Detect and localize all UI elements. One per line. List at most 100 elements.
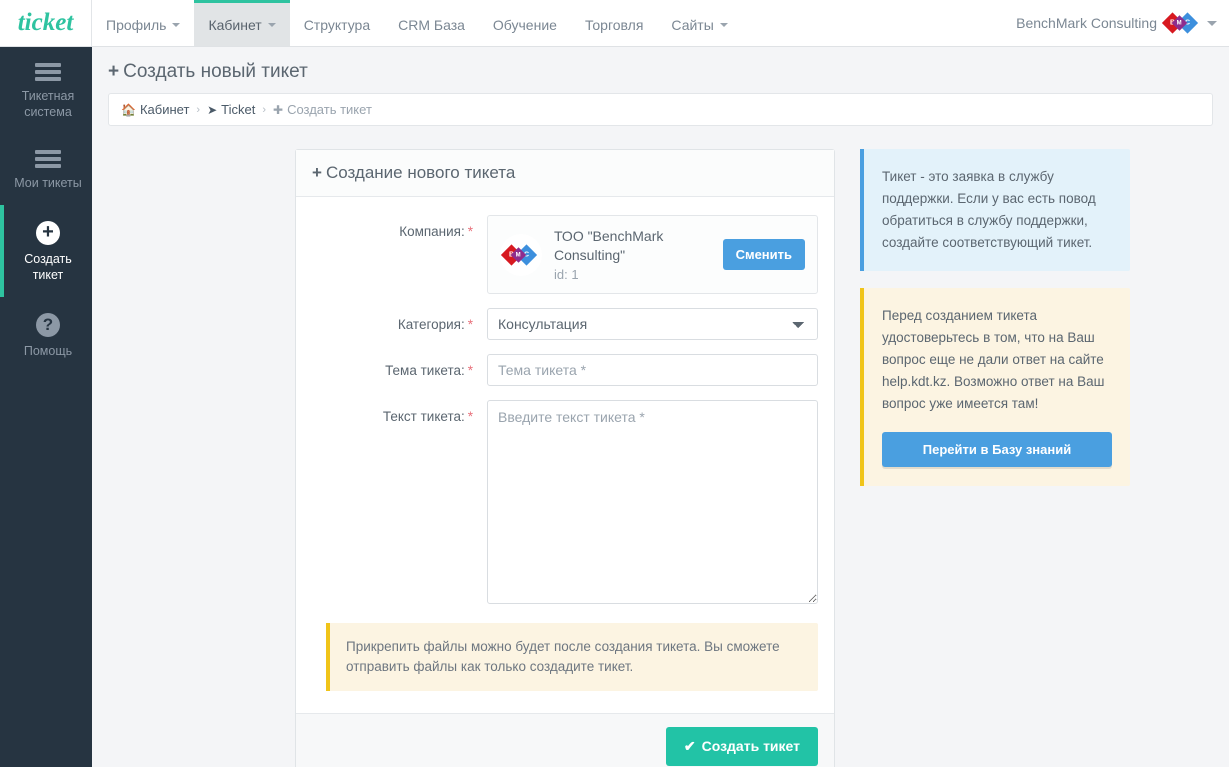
category-select[interactable]: Консультация [487, 308, 818, 340]
top-navbar: ticket Профиль Кабинет Структура CRM Баз… [0, 0, 1229, 47]
card-footer: ✔ Создать тикет [296, 713, 834, 767]
breadcrumb-separator: › [196, 103, 201, 116]
company-label-text: Компания: [399, 224, 465, 239]
user-name: BenchMark Consulting [1016, 15, 1157, 31]
home-icon: 🏠 [121, 103, 136, 117]
sidebar-item-ticket-system[interactable]: Тикетная система [0, 47, 92, 134]
avatar: B C M [500, 233, 542, 276]
kb-site-link[interactable]: help.kdt.kz [882, 374, 947, 389]
info-box-what-is-ticket: Тикет - это заявка в службу поддержки. Е… [860, 149, 1130, 271]
sidebar-item-label: Создать тикет [24, 252, 72, 282]
breadcrumb-label: Кабинет [139, 102, 190, 117]
breadcrumb-separator: › [262, 103, 267, 116]
form-row-company: Компания:* B C M [312, 215, 818, 294]
form-row-body: Текст тикета: * [312, 400, 818, 609]
nav-item-obuchenie[interactable]: Обучение [479, 0, 571, 46]
logo-letter-m: M [1177, 20, 1182, 26]
body-label: Текст тикета: * [312, 400, 487, 609]
plus-icon: + [108, 61, 120, 82]
company-box: B C M ТОО "BenchMark Consulting" id: 1 [487, 215, 818, 294]
sidebar-item-label: Мои тикеты [14, 176, 82, 190]
nav-item-crm-baza[interactable]: CRM База [384, 0, 479, 46]
card-title: Создание нового тикета [325, 163, 516, 182]
body-textarea[interactable] [487, 400, 818, 604]
create-ticket-button[interactable]: ✔ Создать тикет [665, 727, 818, 766]
breadcrumb-item-ticket[interactable]: ➤ Ticket [207, 102, 255, 117]
company-logo-icon: B C M [1161, 12, 1199, 34]
sidebar-item-my-tickets[interactable]: Мои тикеты [0, 134, 92, 205]
card-header: + Создание нового тикета [296, 150, 834, 197]
form-row-category: Категория: * Консультация [312, 308, 818, 340]
breadcrumb-label: Создать тикет [287, 102, 372, 117]
app-logo[interactable]: ticket [0, 0, 92, 46]
required-mark: * [467, 317, 473, 332]
kb-notice-text-before: Перед созданием тикета удостоверьтесь в … [882, 308, 1104, 367]
nav-item-label: Торговля [584, 16, 644, 33]
page-title-text: Создать новый тикет [123, 61, 308, 82]
subject-input[interactable] [487, 354, 818, 386]
hamburger-icon [35, 63, 61, 81]
nav-item-kabinet[interactable]: Кабинет [194, 0, 290, 46]
question-circle-icon: ? [36, 313, 60, 337]
required-mark: * [467, 224, 473, 239]
sidebar-item-label: Помощь [23, 344, 73, 358]
nav-item-label: Обучение [492, 16, 557, 33]
nav-item-label: CRM База [398, 16, 465, 33]
check-icon: ✔ [683, 738, 696, 754]
category-control: Консультация [487, 308, 818, 340]
paper-plane-icon: ➤ [207, 103, 218, 117]
nav-item-sayty[interactable]: Сайты [657, 0, 741, 46]
category-label: Категория: * [312, 308, 487, 340]
breadcrumb-item-current: ✚ Создать тикет [273, 102, 372, 117]
main-nav: Профиль Кабинет Структура CRM База Обуче… [92, 0, 742, 46]
nav-item-label: Кабинет [208, 16, 262, 33]
content-columns: + Создание нового тикета Компания: * M Т… [92, 126, 1229, 767]
logo-letter-m: M [516, 251, 521, 258]
kb-button-wrap: Перейти в Базу знаний [882, 432, 1112, 467]
chevron-down-icon[interactable] [1207, 20, 1217, 26]
chevron-down-icon [719, 22, 728, 27]
nav-item-torgovlya[interactable]: Торговля [571, 0, 657, 46]
company-label: Компания: * [312, 215, 487, 294]
company-id: id: 1 [554, 267, 579, 282]
user-menu[interactable]: BenchMark Consulting B C M [1016, 0, 1229, 46]
chevron-down-icon [267, 22, 276, 27]
body-label-text: Текст тикета: [382, 409, 465, 424]
go-to-knowledge-base-button[interactable]: Перейти в Базу знаний [882, 432, 1112, 467]
nav-item-profile[interactable]: Профиль [92, 0, 194, 46]
plus-circle-icon: + [36, 221, 60, 245]
info-box-check-kb: Перед созданием тикета удостоверьтесь в … [860, 288, 1130, 486]
required-mark: * [467, 363, 473, 378]
change-company-button[interactable]: Сменить [722, 239, 805, 270]
sidebar-item-help[interactable]: ? Помощь [0, 297, 92, 373]
left-sidebar: Тикетная система Мои тикеты + Создать ти… [0, 47, 92, 767]
form-row-subject: Тема тикета: * [312, 354, 818, 386]
category-label-text: Категория: [397, 317, 465, 332]
body-control [487, 400, 818, 609]
company-control: B C M ТОО "BenchMark Consulting" id: 1 [487, 215, 818, 294]
breadcrumb-item-kabinet[interactable]: 🏠 Кабинет [121, 102, 189, 117]
chevron-down-icon [172, 22, 181, 27]
sidebar-item-create-ticket[interactable]: + Создать тикет [0, 205, 92, 297]
main-content: + Создать новый тикет 🏠 Кабинет › ➤ Ticket … [92, 47, 1229, 767]
required-mark: * [467, 409, 473, 424]
create-ticket-column: + Создание нового тикета Компания: * M Т… [295, 149, 835, 767]
breadcrumb: 🏠 Кабинет › ➤ Ticket › ✚ Создать тикет [108, 93, 1213, 126]
nav-item-label: Структура [303, 16, 371, 33]
nav-item-label: Сайты [671, 16, 714, 33]
card-body: Компания:* B C M [296, 197, 834, 713]
subject-label: Тема тикета: * [312, 354, 487, 386]
subject-control [487, 354, 818, 386]
nav-item-label: Профиль [106, 16, 167, 33]
info-column: Тикет - это заявка в службу поддержки. Е… [860, 149, 1130, 486]
sidebar-item-label: Тикетная система [21, 89, 75, 119]
hamburger-icon [35, 150, 61, 168]
subject-label-text: Тема тикета: [385, 363, 465, 378]
create-ticket-card: + Создание нового тикета Компания: * M Т… [295, 149, 835, 767]
company-text: ТОО "BenchMark Consulting" id: 1 [554, 227, 723, 282]
nav-item-struktura[interactable]: Структура [290, 0, 384, 46]
breadcrumb-label: Ticket [221, 102, 256, 117]
page-title: + Создать новый тикет [92, 47, 1229, 93]
plus-icon: ✚ [273, 103, 284, 117]
plus-icon: + [312, 163, 322, 182]
